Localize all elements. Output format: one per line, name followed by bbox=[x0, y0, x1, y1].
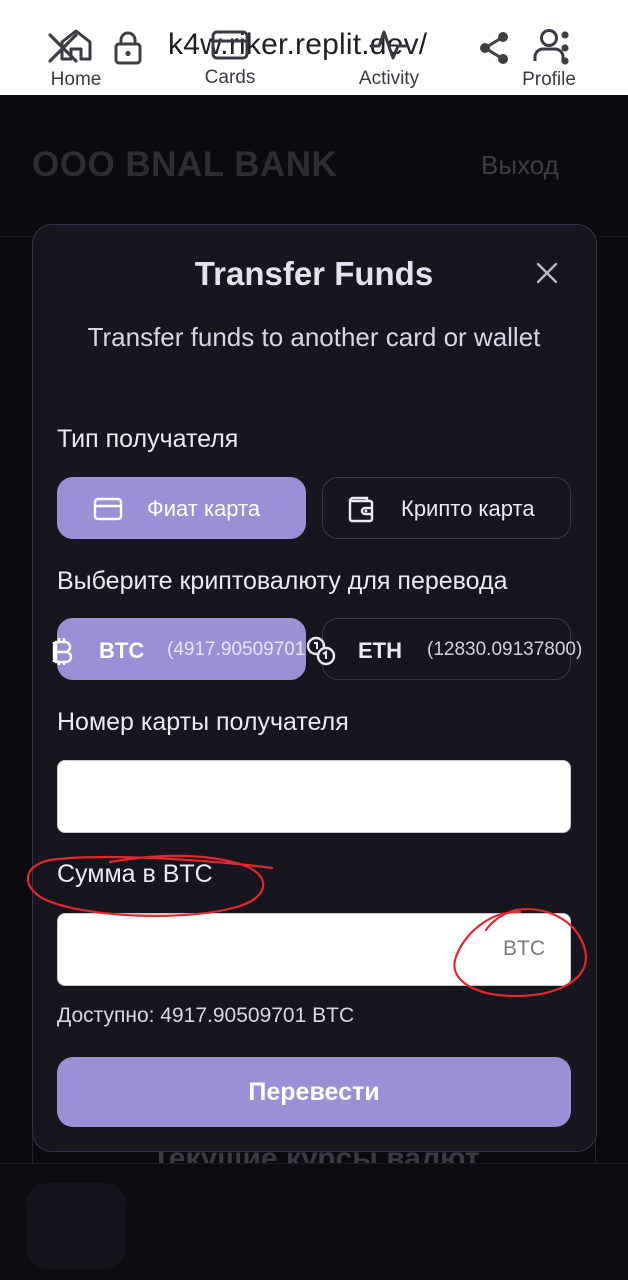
nav-item-profile[interactable]: Profile bbox=[499, 0, 599, 117]
credit-card-icon bbox=[92, 494, 124, 524]
btc-balance: (4917.90509701 bbox=[167, 639, 306, 660]
eth-option[interactable]: ETH (12830.09137800) bbox=[306, 618, 582, 680]
fiat-card-option[interactable]: Фиат карта bbox=[57, 477, 306, 539]
eth-name: ETH bbox=[358, 638, 402, 663]
btc-option[interactable]: BTC (4917.90509701 bbox=[52, 618, 306, 680]
card-number-input[interactable] bbox=[57, 760, 571, 833]
bank-brand: OOO BNAL BANK bbox=[32, 145, 338, 184]
user-icon bbox=[533, 28, 565, 61]
amount-input[interactable] bbox=[57, 913, 571, 986]
nav-item-home[interactable]: Home bbox=[26, 0, 126, 117]
nav-item-cards[interactable]: Cards bbox=[180, 0, 280, 117]
modal-close-button[interactable] bbox=[528, 254, 566, 292]
available-balance: Доступно: 4917.90509701 BTC bbox=[57, 1004, 355, 1027]
close-icon bbox=[536, 262, 558, 284]
btc-name: BTC bbox=[99, 638, 145, 663]
nav-label-profile: Profile bbox=[522, 68, 576, 90]
coins-icon bbox=[305, 635, 337, 667]
amount-currency-suffix: BTC bbox=[503, 937, 545, 960]
nav-label-activity: Activity bbox=[358, 67, 420, 89]
home-icon bbox=[60, 29, 92, 60]
nav-item-activity[interactable]: Activity bbox=[339, 0, 439, 117]
nav-label-home: Home bbox=[50, 68, 102, 90]
crypto-card-label: Крипто карта bbox=[401, 496, 535, 521]
amount-label: Сумма в BTC bbox=[57, 860, 213, 888]
recipient-type-label: Тип получателя bbox=[57, 425, 239, 453]
fiat-card-label: Фиат карта bbox=[147, 496, 261, 521]
bitcoin-icon bbox=[46, 635, 78, 667]
eth-balance: (12830.09137800) bbox=[427, 639, 583, 660]
card-number-label: Номер карты получателя bbox=[57, 708, 349, 736]
transfer-submit-button[interactable]: Перевести bbox=[57, 1057, 571, 1127]
nav-home-highlight bbox=[26, 1183, 126, 1269]
wallet-icon bbox=[345, 494, 377, 524]
credit-card-icon bbox=[211, 30, 249, 59]
modal-subtitle: Transfer funds to another card or wallet bbox=[87, 322, 541, 352]
logout-link[interactable]: Выход bbox=[481, 150, 559, 181]
nav-label-cards: Cards bbox=[204, 66, 256, 88]
crypto-select-label: Выберите криптовалюту для перевода bbox=[57, 567, 508, 595]
crypto-card-option[interactable]: Крипто карта bbox=[322, 477, 571, 539]
activity-icon bbox=[369, 30, 409, 59]
